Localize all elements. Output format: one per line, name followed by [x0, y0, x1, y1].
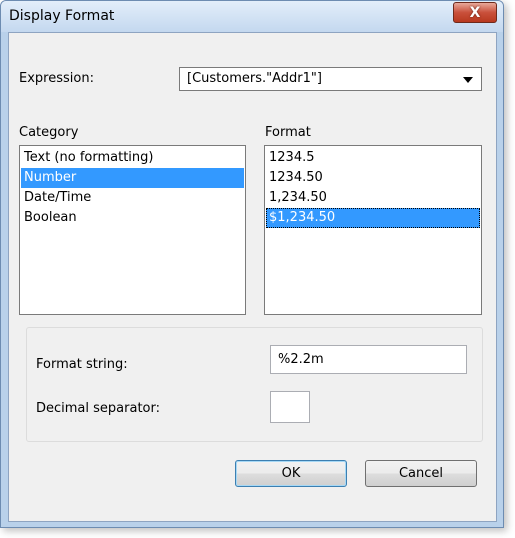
chevron-down-icon[interactable] [463, 77, 473, 83]
close-button[interactable]: X [453, 2, 497, 23]
category-item-boolean[interactable]: Boolean [21, 208, 244, 228]
category-label: Category [19, 125, 79, 140]
expression-label: Expression: [19, 71, 94, 86]
window-title: Display Format [9, 8, 115, 24]
decimal-separator-label: Decimal separator: [36, 401, 160, 416]
ok-button[interactable]: OK [235, 460, 347, 487]
cancel-button[interactable]: Cancel [365, 460, 477, 487]
expression-dropdown[interactable]: [Customers."Addr1"] [179, 67, 482, 91]
format-item-2[interactable]: 1234.50 [266, 168, 480, 188]
format-string-input[interactable]: %2.2m [270, 345, 467, 374]
category-item-datetime[interactable]: Date/Time [21, 188, 244, 208]
format-string-label: Format string: [36, 357, 128, 372]
ok-button-label: OK [281, 466, 301, 481]
format-listbox[interactable]: 1234.5 1234.50 1,234.50 $1,234.50 [264, 145, 482, 315]
format-item-4[interactable]: $1,234.50 [266, 208, 480, 228]
cancel-button-label: Cancel [398, 466, 444, 481]
format-string-value: %2.2m [278, 352, 324, 367]
decimal-separator-input[interactable] [270, 391, 310, 423]
expression-value: [Customers."Addr1"] [187, 71, 322, 86]
close-icon: X [469, 4, 481, 21]
display-format-dialog: Display Format X Expression: [Customers.… [0, 0, 504, 528]
format-label: Format [265, 125, 311, 140]
format-item-1[interactable]: 1234.5 [266, 148, 480, 168]
category-item-number[interactable]: Number [21, 168, 244, 188]
title-bar[interactable]: Display Format X [1, 1, 503, 32]
category-listbox[interactable]: Text (no formatting) Number Date/Time Bo… [19, 145, 246, 315]
category-item-text[interactable]: Text (no formatting) [21, 148, 244, 168]
format-item-3[interactable]: 1,234.50 [266, 188, 480, 208]
dialog-client-area: Expression: [Customers."Addr1"] Category… [8, 32, 497, 522]
